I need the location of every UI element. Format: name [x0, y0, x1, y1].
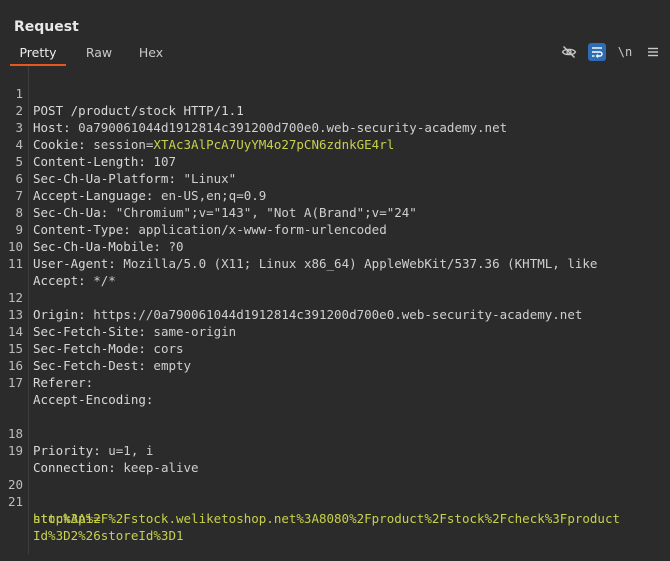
body-continuation-line: Id%3D2%26storeId%3D1 — [0, 510, 670, 543]
header-line — [0, 442, 670, 459]
tab-raw[interactable]: Raw — [78, 42, 120, 64]
header-line: 3 Cookie: session=XTAc3AlPcA7UyYM4o27pCN… — [0, 102, 670, 152]
header-line: 16 Referer: — [0, 340, 670, 390]
eye-slash-icon[interactable] — [560, 43, 578, 61]
newline-toggle-icon[interactable]: \n — [616, 43, 634, 61]
wrap-lines-icon[interactable] — [588, 43, 606, 61]
header-continuation-line — [0, 391, 670, 408]
panel-title: Request — [14, 19, 79, 35]
wrap-lines-icon-svg — [592, 47, 603, 58]
header-line: 10 User-Agent: Mozilla/5.0 (X11; Linux x… — [0, 221, 670, 271]
header-line: 17 Accept-Encoding: — [0, 357, 670, 407]
header-line: 2 Host: 0a790061044d1912814c391200d700e0… — [0, 85, 670, 135]
hamburger-menu-icon[interactable] — [644, 43, 662, 61]
request-line: 1 POST /product/stock HTTP/1.1 — [0, 68, 670, 118]
tab-pretty[interactable]: Pretty — [10, 42, 66, 66]
request-panel-header: Request — [0, 0, 670, 40]
body-line: 21 stockApi= — [0, 476, 670, 526]
header-line: 13 Sec-Fetch-Site: same-origin — [0, 289, 670, 339]
tab-hex[interactable]: Hex — [132, 42, 170, 64]
header-continuation-line — [0, 374, 670, 391]
header-continuation-line — [0, 255, 670, 272]
request-editor[interactable]: 1 POST /product/stock HTTP/1.1 2 Host: 0… — [0, 66, 670, 554]
header-line: 6 Accept-Language: en-US,en;q=0.9 — [0, 153, 670, 203]
header-line: 15 Sec-Fetch-Dest: empty — [0, 323, 670, 373]
hamburger-menu-icon-svg — [648, 47, 658, 57]
header-line: 12 Origin: https://0a790061044d1912814c3… — [0, 272, 670, 322]
header-line: 14 Sec-Fetch-Mode: cors — [0, 306, 670, 356]
header-line: 7 Sec-Ch-Ua: "Chromium";v="143", "Not A(… — [0, 170, 670, 220]
header-line: 4 Content-Length: 107 — [0, 119, 670, 169]
eye-slash-icon-svg — [561, 46, 577, 58]
header-line: 9 Sec-Ch-Ua-Mobile: ?0 — [0, 204, 670, 254]
header-line: 11 Accept: */* — [0, 238, 670, 288]
header-line: 8 Content-Type: application/x-www-form-u… — [0, 187, 670, 237]
body-param-value-continuation: Id%3D2%26storeId%3D1 — [33, 528, 184, 543]
header-line: 5 Sec-Ch-Ua-Platform: "Linux" — [0, 136, 670, 186]
header-line: 19 Connection: keep-alive — [0, 425, 670, 475]
header-line: 18 Priority: u=1, i — [0, 408, 670, 458]
body-continuation-line: http%3A%2F%2Fstock.weliketoshop.net%3A80… — [0, 493, 670, 526]
